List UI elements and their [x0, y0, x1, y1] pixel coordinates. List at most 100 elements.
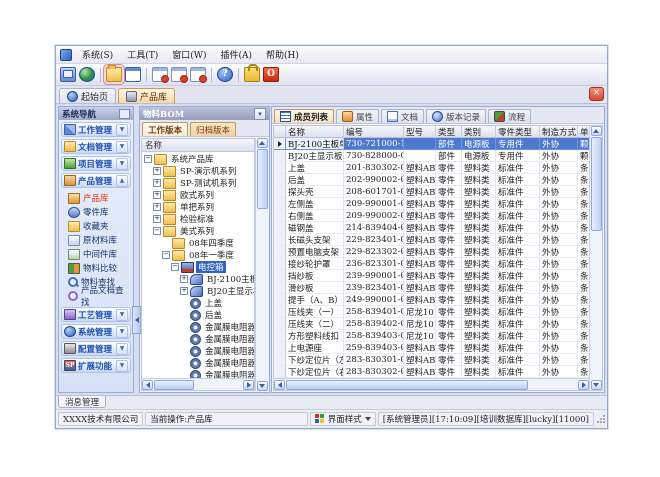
column-header-类型[interactable]: 类型 [436, 126, 462, 138]
open-folder-icon[interactable] [106, 67, 122, 82]
tree-node-金属膜电阻器[interactable]: 金属膜电阻器 [142, 321, 254, 333]
grid-vertical-scrollbar[interactable] [589, 126, 602, 390]
table-row[interactable]: 滑纱板239-823401-00Z塑料ABS零件塑料类标准件外协条 [274, 282, 589, 294]
collapse-nav-button[interactable] [132, 306, 141, 334]
chevron-down-icon[interactable]: ▼ [116, 141, 128, 153]
scrollbar-thumb[interactable] [154, 380, 194, 390]
nav-item-产品库[interactable]: 产品库 [68, 192, 131, 204]
table-row[interactable]: 挡纱板239-990001-01Z塑料ABS零件塑料类标准件外协条 [274, 270, 589, 282]
table-row[interactable]: BJ20主显示板730-828000-04Z部件电源板专用件外协颗 [274, 150, 589, 162]
tree-node-欧式系列[interactable]: +欧式系列 [142, 189, 254, 201]
document-tab-起始页[interactable]: 起始页 [59, 88, 116, 103]
window-table-icon[interactable] [125, 67, 141, 82]
expand-icon[interactable]: + [153, 191, 161, 199]
expand-icon[interactable]: + [180, 287, 188, 295]
collapse-icon[interactable]: − [144, 155, 152, 163]
table-row[interactable]: 长磁头支架229-823401-00Z塑料ABS零件塑料类标准件外协条 [274, 234, 589, 246]
grid-horizontal-scrollbar[interactable] [274, 378, 589, 390]
ui-style-selector[interactable]: 界面样式 [310, 412, 376, 426]
collapse-icon[interactable]: − [162, 251, 170, 259]
nav-section-扩展功能[interactable]: SP扩展功能▼ [61, 358, 131, 373]
table-row[interactable]: 上盖201-830302-00Z塑料ABS零件塑料类标准件外协条 [274, 162, 589, 174]
menu-item[interactable]: 系统(S) [75, 50, 120, 62]
window-refresh-icon[interactable] [171, 67, 187, 82]
tree-horizontal-scrollbar[interactable] [142, 378, 254, 390]
window-close-icon[interactable] [190, 67, 206, 82]
nav-section-项目管理[interactable]: 项目管理▼ [61, 156, 131, 171]
chevron-down-icon[interactable]: ▼ [116, 158, 128, 170]
monitor-icon[interactable] [60, 67, 76, 82]
help-icon[interactable]: ? [217, 67, 233, 82]
nav-section-配置管理[interactable]: 配置管理▼ [61, 341, 131, 356]
tree-node-美式系列[interactable]: −美式系列 [142, 225, 254, 237]
nav-options-icon[interactable] [119, 109, 130, 119]
collapse-icon[interactable]: − [171, 263, 179, 271]
expand-icon[interactable]: + [153, 167, 161, 175]
nav-section-文档管理[interactable]: 文档管理▼ [61, 139, 131, 154]
column-header-编号[interactable]: 编号 [344, 126, 404, 138]
nav-section-工艺管理[interactable]: 工艺管理▼ [61, 307, 131, 322]
tree-node-电控箱[interactable]: −电控箱 [142, 261, 254, 273]
menu-item[interactable]: 帮助(H) [259, 50, 306, 62]
pin-icon[interactable]: ▾ [254, 108, 266, 120]
panel-tab-成员列表[interactable]: 成员列表 [274, 109, 334, 123]
table-row[interactable]: 下纱定位片（左）283-830301-00Z塑料ABS零件塑料类标准件外协条 [274, 354, 589, 366]
table-row[interactable]: 压线夹（二）258-839402-00Z尼龙1010零件塑料类标准件外协条 [274, 318, 589, 330]
column-header-单位[interactable]: 单位 [578, 126, 589, 138]
scroll-up-icon[interactable] [591, 126, 602, 136]
tree-node-SP-测试机系列[interactable]: +SP-测试机系列 [142, 177, 254, 189]
document-tab-产品库[interactable]: 产品库 [118, 88, 175, 103]
tree-node-金属膜电阻器[interactable]: 金属膜电阻器 [142, 369, 254, 378]
nav-item-收藏夹[interactable]: 收藏夹 [68, 220, 131, 232]
panel-tab-流程[interactable]: 流程 [488, 109, 531, 123]
scroll-down-icon[interactable] [591, 380, 602, 390]
panel-tab-版本记录[interactable]: 版本记录 [426, 109, 486, 123]
tree-node-08年四季度[interactable]: 08年四季度 [142, 237, 254, 249]
tree-node-BJ20主显示板[interactable]: +BJ20主显示板 [142, 285, 254, 297]
expand-icon[interactable]: + [153, 215, 161, 223]
panel-tab-文档[interactable]: 文档 [381, 109, 424, 123]
table-row[interactable]: 预置电脑支架229-823302-00Z塑料ABS零件塑料类标准件外协条 [274, 246, 589, 258]
table-row[interactable]: 接纱轮护罩236-823301-00Z塑料ABS零件塑料类标准件外协条 [274, 258, 589, 270]
tree-node-金属膜电阻器[interactable]: 金属膜电阻器 [142, 357, 254, 369]
column-header-制造方式[interactable]: 制造方式 [540, 126, 578, 138]
menu-item[interactable]: 窗口(W) [165, 50, 213, 62]
table-row[interactable]: 提手（A、B）249-990001-01Z塑料ABS零件塑料类标准件外协条 [274, 294, 589, 306]
table-row[interactable]: BJ-2100主板单点730-721000-12Z部件电源板专用件外协颗 [274, 138, 589, 150]
table-row[interactable]: 后盖202-990002-01Z塑料ABS零件塑料类标准件外协条 [274, 174, 589, 186]
tree-node-金属膜电阻器[interactable]: 金属膜电阻器 [142, 333, 254, 345]
tree-node-08年一季度[interactable]: −08年一季度 [142, 249, 254, 261]
chevron-down-icon[interactable]: ▼ [116, 309, 128, 321]
exit-icon[interactable]: O [263, 67, 279, 82]
chevron-down-icon[interactable]: ▼ [116, 360, 128, 372]
scroll-down-icon[interactable] [257, 381, 268, 391]
column-header-零件类型[interactable]: 零件类型 [496, 126, 540, 138]
version-tab-归档版本[interactable]: 归档版本 [190, 122, 236, 136]
tree-node-SP-演示机系列[interactable]: +SP-演示机系列 [142, 165, 254, 177]
scrollbar-thumb[interactable] [286, 380, 528, 390]
tree-node-BJ-2100主板单点[interactable]: +BJ-2100主板单点 [142, 273, 254, 285]
nav-section-工作管理[interactable]: 工作管理▼ [61, 122, 131, 137]
tree-node-系统产品库[interactable]: −系统产品库 [142, 153, 254, 165]
expand-icon[interactable]: + [153, 179, 161, 187]
menu-item[interactable]: 工具(T) [120, 50, 165, 62]
tree-node-检验标准[interactable]: +检验标准 [142, 213, 254, 225]
expand-icon[interactable]: + [180, 275, 188, 283]
chevron-up-icon[interactable]: ▲ [116, 175, 128, 187]
scroll-up-icon[interactable] [257, 138, 268, 148]
chevron-down-icon[interactable]: ▼ [116, 326, 128, 338]
nav-item-物料比较[interactable]: 物料比较 [68, 262, 131, 274]
window-new-icon[interactable] [152, 67, 168, 82]
scrollbar-thumb[interactable] [257, 149, 268, 209]
resize-grip[interactable] [597, 415, 605, 423]
tree-node-后盖[interactable]: 后盖 [142, 309, 254, 321]
table-row[interactable]: 下纱定位片（右）283-830302-00Z塑料ABS零件塑料类标准件外协条 [274, 366, 589, 378]
tree-node-金属膜电阻器[interactable]: 金属膜电阻器 [142, 345, 254, 357]
collapse-icon[interactable]: − [153, 227, 161, 235]
table-row[interactable]: 上电源座259-839403-00Z塑料ABS零件塑料类标准件外协条 [274, 342, 589, 354]
tree-node-上盖[interactable]: 上盖 [142, 297, 254, 309]
nav-item-中间件库[interactable]: 中间件库 [68, 248, 131, 260]
globe-icon[interactable] [79, 67, 95, 82]
nav-splitter[interactable] [134, 106, 138, 393]
expand-icon[interactable]: + [153, 203, 161, 211]
